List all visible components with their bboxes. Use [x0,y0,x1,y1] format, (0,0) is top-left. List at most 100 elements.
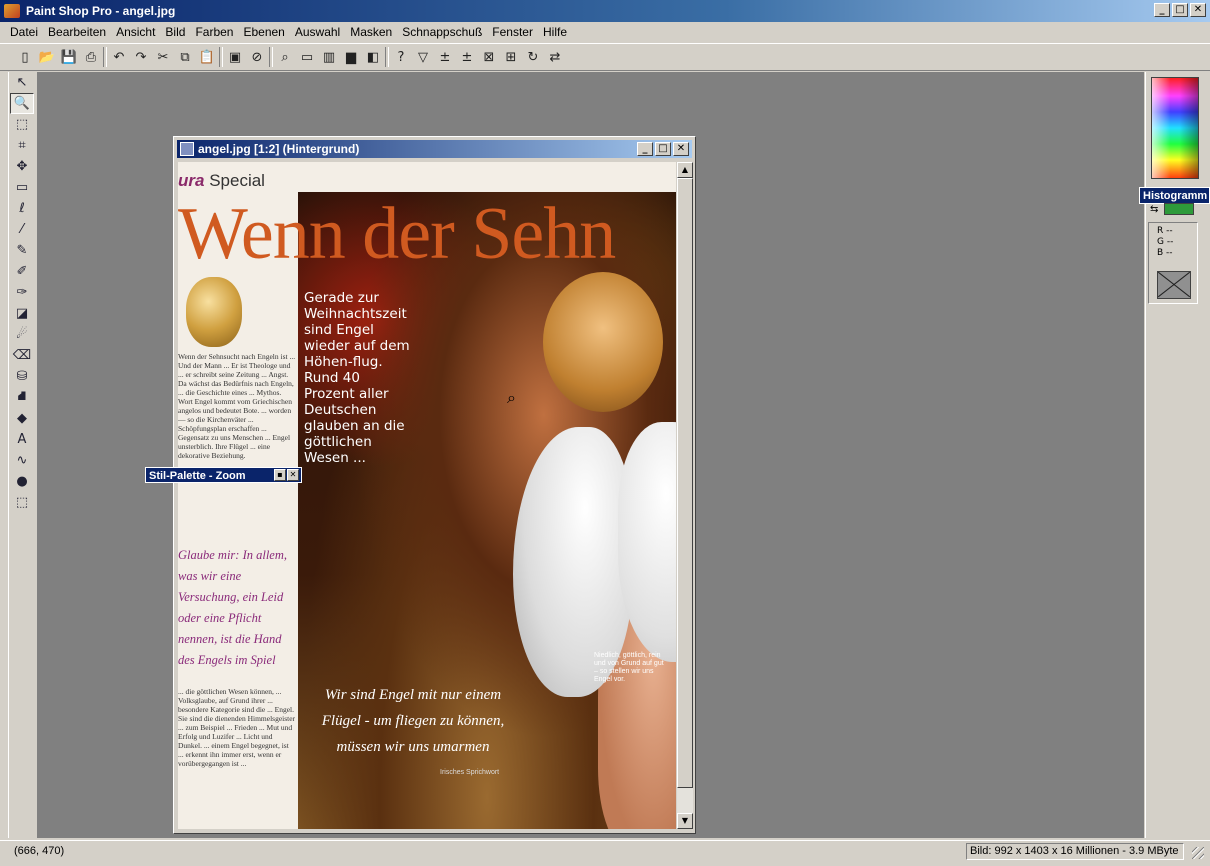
normal-view-icon[interactable]: ⊘ [246,46,268,68]
maximize-button[interactable]: □ [1172,3,1188,17]
menu-hilfe[interactable]: Hilfe [539,25,571,39]
rgb-readout: R -- G -- B -- [1148,222,1198,304]
text-tool-icon[interactable]: A [10,429,34,450]
rgb-line: B -- [1157,248,1173,258]
preset-shapes-icon[interactable]: ● [10,471,34,492]
scroll-up-arrow[interactable]: ▲ [677,162,693,178]
retouch-tool-icon[interactable]: ☄ [10,324,34,345]
clone-tool-icon[interactable]: ✐ [10,261,34,282]
redo-icon[interactable]: ↷ [130,46,152,68]
mover-tool-icon[interactable]: ✥ [10,156,34,177]
scratch-remover-icon[interactable]: ✑ [10,282,34,303]
context-help-icon[interactable]: ? [390,46,412,68]
doc-close-button[interactable]: ✕ [673,142,689,156]
scroll-thumb[interactable] [677,178,693,788]
layer-palette-icon[interactable]: ◧ [362,46,384,68]
no-color-icon[interactable] [1157,271,1191,299]
lock-icon[interactable]: ⊞ [500,46,522,68]
palette-pin-button[interactable]: ▪ [274,469,286,481]
style-swatches: ⇆ [1150,202,1196,216]
style-palette-zoom[interactable]: Stil-Palette - Zoom ▪ ✕ [145,467,302,483]
crop-tool-icon[interactable]: ⌗ [10,135,34,156]
app-titlebar: Paint Shop Pro - angel.jpg _ □ ✕ [0,0,1210,22]
color-spectrum[interactable] [1151,77,1199,179]
cursor-coordinates: (666, 470) [14,845,65,857]
arrow-tool-icon[interactable]: ↖ [10,72,34,93]
zoom-toggle-icon[interactable]: ⌕ [274,46,296,68]
image-info: Bild: 992 x 1403 x 16 Millionen - 3.9 MB… [966,843,1184,860]
menu-ansicht[interactable]: Ansicht [112,25,159,39]
quote-source: Irisches Sprichwort [440,769,500,776]
filter-icon[interactable]: ▽ [412,46,434,68]
document-icon [180,142,194,156]
menu-schnappschuß[interactable]: Schnappschuß [398,25,486,39]
picture-tube-icon[interactable]: ⛁ [10,366,34,387]
style-palette-title: Stil-Palette - Zoom [149,470,246,482]
palette-close-button[interactable]: ✕ [287,469,299,481]
full-screen-icon[interactable]: ▣ [224,46,246,68]
contrast-icon[interactable]: ± [456,46,478,68]
scroll-down-arrow[interactable]: ▼ [677,813,693,829]
document-title: angel.jpg [1:2] (Hintergrund) [198,142,360,156]
grid-icon[interactable]: ⊠ [478,46,500,68]
histogram-icon[interactable]: ▆ [340,46,362,68]
article-heading: Wenn der Sehn [178,193,616,275]
dropper-tool-icon[interactable]: ⁄ [10,219,34,240]
copy-icon[interactable]: ⧉ [174,46,196,68]
menu-bar: Datei Bearbeiten Ansicht Bild Farben Ebenen Au… [0,22,1210,42]
menu-auswahl[interactable]: Auswahl [291,25,344,39]
menu-masken[interactable]: Masken [346,25,396,39]
print-icon[interactable]: ⎙ [80,46,102,68]
paintbrush-tool-icon[interactable]: ✎ [10,240,34,261]
document-titlebar[interactable]: angel.jpg [1:2] (Hintergrund) _ □ ✕ [177,140,692,158]
object-selector-icon[interactable]: ⬚ [10,492,34,513]
menu-farben[interactable]: Farben [191,25,237,39]
resize-icon[interactable]: ⇄ [544,46,566,68]
cut-icon[interactable]: ✂ [152,46,174,68]
color-replacer-icon[interactable]: ◪ [10,303,34,324]
section-label: ura Special [178,171,265,190]
resize-grip-icon[interactable] [1192,847,1204,859]
menu-ebenen[interactable]: Ebenen [239,25,288,39]
photo-caption: Niedlich, göttlich, rein und von Grund a… [594,652,664,683]
rotate-icon[interactable]: ↻ [522,46,544,68]
menu-fenster[interactable]: Fenster [488,25,537,39]
rgb-line: R -- [1157,226,1173,236]
vertical-scrollbar[interactable]: ▲ ▼ [677,162,693,829]
deform-tool-icon[interactable]: ⬚ [10,114,34,135]
undo-icon[interactable]: ↶ [108,46,130,68]
brightness-icon[interactable]: ± [434,46,456,68]
minimize-button[interactable]: _ [1154,3,1170,17]
doc-maximize-button[interactable]: □ [655,142,671,156]
doc-minimize-button[interactable]: _ [637,142,653,156]
main-toolbar: ▯ 📂 💾 ⎙ ↶ ↷ ✂ ⧉ 📋 ▣ ⊘ ⌕ ▭ ▥ ▆ ◧? ▽ ± ± ⊠ ⊞ ↻ ⇄ [0,43,1210,71]
zoom-tool-icon[interactable]: 🔍 [10,93,34,114]
photo-quote: Wir sind Engel mit nur einem Flügel - um… [321,687,505,755]
swap-colors-icon[interactable]: ⇆ [1150,204,1164,215]
close-button[interactable]: ✕ [1190,3,1206,17]
new-icon[interactable]: ▯ [14,46,36,68]
draw-tool-icon[interactable]: ∿ [10,450,34,471]
child-hair [543,272,663,412]
app-icon [4,4,20,18]
overlay-text: Gerade zur Weihnachtszeit sind Engel wie… [304,290,410,466]
background-color-swatch[interactable] [1164,203,1194,215]
open-icon[interactable]: 📂 [36,46,58,68]
airbrush-tool-icon[interactable]: ⛘ [10,387,34,408]
selection-tool-icon[interactable]: ▭ [10,177,34,198]
menu-bild[interactable]: Bild [161,25,189,39]
document-window: angel.jpg [1:2] (Hintergrund) _ □ ✕ ura … [173,136,696,834]
color-palette-icon[interactable]: ▥ [318,46,340,68]
flood-fill-icon[interactable]: ◆ [10,408,34,429]
tool-palette: ↖ 🔍 ⬚ ⌗ ✥ ▭ ℓ ⁄ ✎ ✐ ✑ ◪ ☄ ⌫ ⛁ ⛘ ◆ A ∿ ● ⬚ [8,72,37,838]
paste-icon[interactable]: 📋 [196,46,218,68]
image-canvas[interactable]: ura Special Wenn der Sehn Wenn der Sehns… [178,162,676,829]
freehand-tool-icon[interactable]: ℓ [10,198,34,219]
menu-datei[interactable]: Datei [6,25,42,39]
save-icon[interactable]: 💾 [58,46,80,68]
golden-cherub [186,277,242,347]
toolbar-toggle-icon[interactable]: ▭ [296,46,318,68]
eraser-tool-icon[interactable]: ⌫ [10,345,34,366]
purple-quote: Glaube mir: In allem, was wir eine Versu… [178,548,288,667]
menu-bearbeiten[interactable]: Bearbeiten [44,25,110,39]
